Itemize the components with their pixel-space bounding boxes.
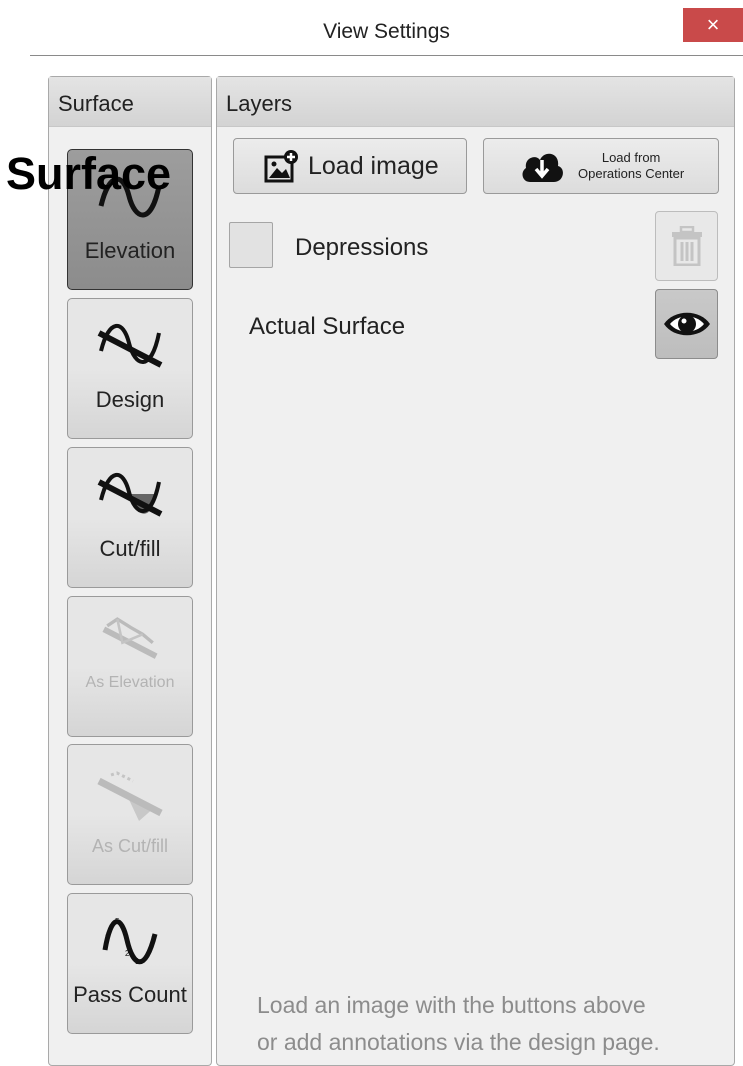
surface-cut-fill-label: Cut/fill [99,536,161,561]
surface-panel-header: Surface [49,77,211,127]
add-image-icon [264,150,298,183]
layer-depressions-label: Depressions [295,234,429,261]
window-title: View Settings [323,20,450,43]
surface-as-elevation-label: As Elevation [85,674,175,691]
surface-as-cut-fill-label: As Cut/fill [91,836,169,856]
surface-as-cut-fill-button[interactable]: As Cut/fill [67,744,193,885]
depressions-checkbox[interactable] [229,222,273,268]
surface-cut-fill-button[interactable]: Cut/fill [67,447,193,588]
svg-text:2: 2 [151,935,156,944]
load-from-operations-center-button[interactable]: Load from Operations Center [483,138,719,194]
svg-text:5: 5 [115,917,120,926]
load-image-button[interactable]: Load image [233,138,467,194]
as-elevation-icon [102,617,158,659]
delete-layer-button[interactable] [655,211,718,281]
surface-elevation-label: Elevation [84,238,176,263]
load-image-label: Load image [308,151,439,180]
svg-text:2: 2 [105,933,110,942]
surface-pass-count-button[interactable]: 2 5 2 1 2 Pass Count [67,893,193,1034]
close-button[interactable]: × [683,8,743,42]
surface-overlay-label: Surface [6,148,172,199]
svg-text:1: 1 [135,957,140,966]
layer-actual-surface-label: Actual Surface [249,313,406,340]
pass-count-wave-icon: 2 5 2 1 2 [102,917,158,966]
title-bar: View Settings × [30,8,743,56]
surface-pass-count-label: Pass Count [73,982,187,1007]
design-wave-icon [97,323,163,368]
svg-text:2: 2 [125,949,130,958]
layers-panel: Layers Load image Load from Operations C… [216,76,735,1066]
surface-design-label: Design [95,387,165,412]
as-cut-fill-icon [97,771,163,821]
empty-layers-hint: Load an image with the buttons above or … [257,992,660,1055]
cut-fill-wave-icon [97,472,163,517]
layers-panel-header: Layers [217,77,734,127]
cloud-download-icon [522,153,563,182]
surface-panel: Surface Elevation Design Cut/fill As Ele… [48,76,212,1066]
trash-icon [671,226,702,266]
surface-design-button[interactable]: Design [67,298,193,439]
load-from-operations-center-label: Load from Operations Center [578,150,685,181]
close-icon: × [706,12,720,37]
eye-icon [663,312,710,336]
toggle-visibility-button[interactable] [655,289,718,359]
surface-as-elevation-button[interactable]: As Elevation [67,596,193,737]
